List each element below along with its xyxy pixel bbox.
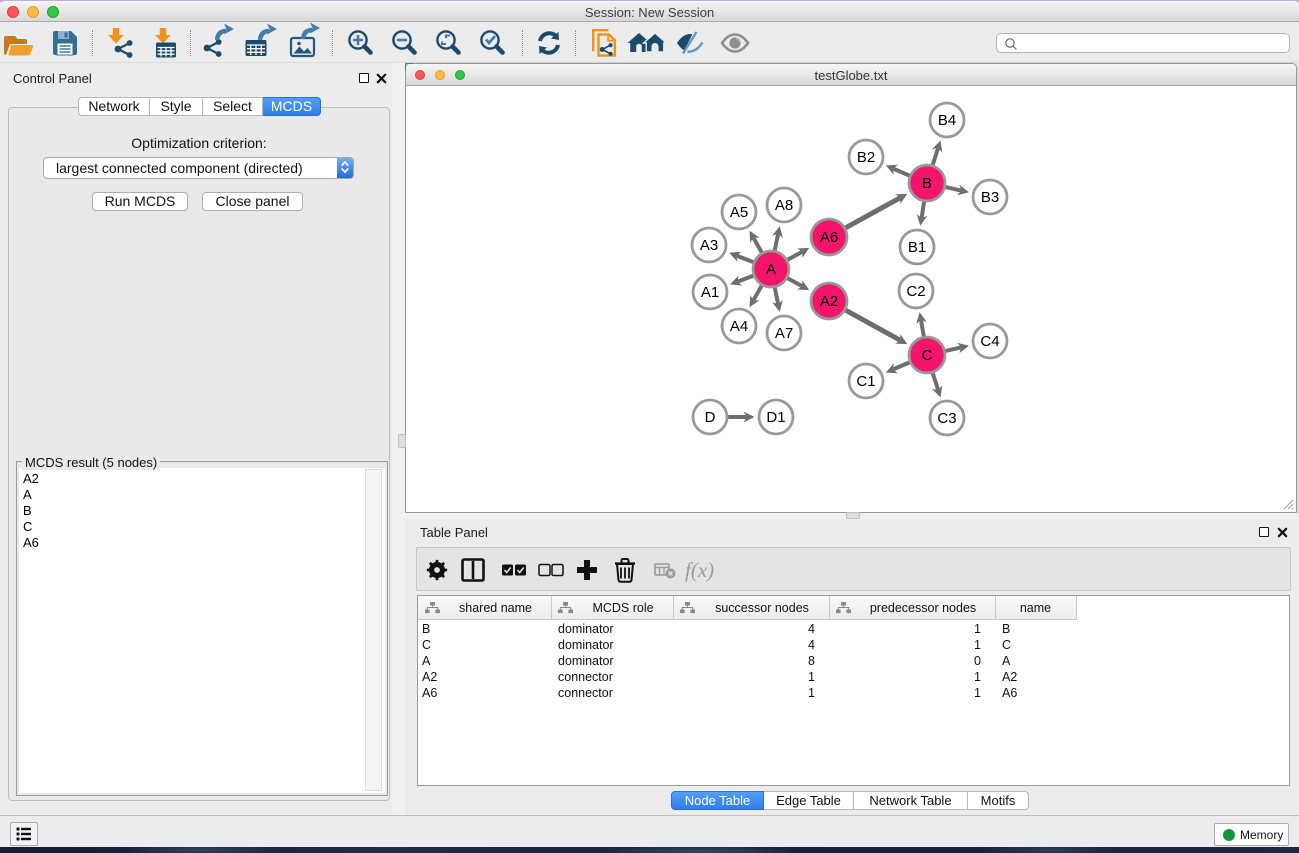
svg-text:D: D bbox=[705, 409, 716, 426]
svg-text:C4: C4 bbox=[980, 333, 999, 350]
svg-text:B3: B3 bbox=[981, 189, 999, 206]
svg-text:B1: B1 bbox=[908, 239, 926, 256]
svg-text:B4: B4 bbox=[938, 112, 956, 129]
svg-text:A4: A4 bbox=[730, 318, 748, 335]
svg-text:B: B bbox=[922, 175, 932, 192]
svg-text:A: A bbox=[766, 261, 776, 278]
svg-text:A8: A8 bbox=[775, 197, 793, 214]
svg-text:B2: B2 bbox=[857, 149, 875, 166]
svg-text:A5: A5 bbox=[730, 204, 748, 221]
svg-text:A2: A2 bbox=[820, 293, 838, 310]
svg-text:C3: C3 bbox=[937, 410, 956, 427]
svg-text:C1: C1 bbox=[856, 373, 875, 390]
svg-text:f(x): f(x) bbox=[685, 558, 714, 582]
svg-text:A3: A3 bbox=[700, 237, 718, 254]
svg-text:A1: A1 bbox=[701, 284, 719, 301]
svg-text:C: C bbox=[922, 347, 933, 364]
svg-text:A6: A6 bbox=[820, 229, 838, 246]
svg-text:A7: A7 bbox=[775, 325, 793, 342]
svg-text:D1: D1 bbox=[766, 409, 785, 426]
svg-text:C2: C2 bbox=[906, 283, 925, 300]
